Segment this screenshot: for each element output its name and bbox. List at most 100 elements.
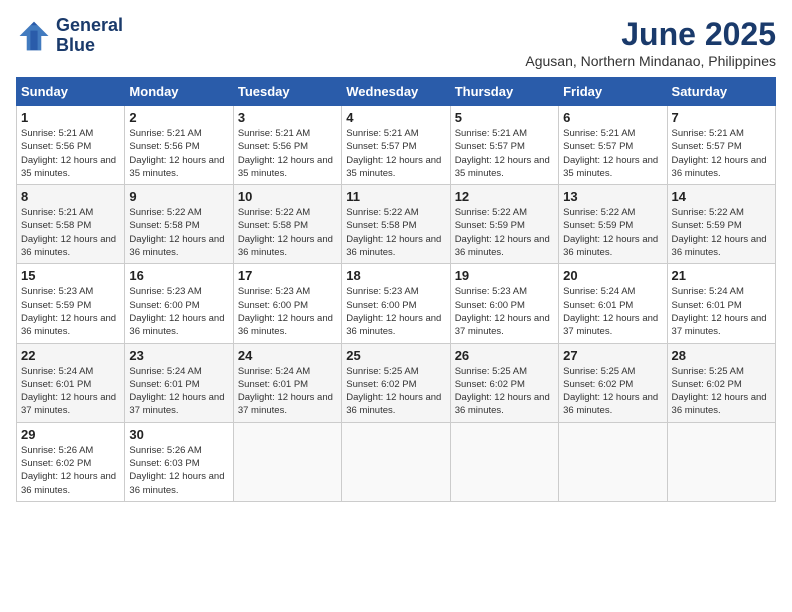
day-number: 23 (129, 348, 228, 363)
calendar-cell: 3 Sunrise: 5:21 AM Sunset: 5:56 PM Dayli… (233, 106, 341, 185)
day-info: Sunrise: 5:22 AM Sunset: 5:58 PM Dayligh… (238, 206, 337, 259)
calendar-cell (559, 422, 667, 501)
calendar-cell: 18 Sunrise: 5:23 AM Sunset: 6:00 PM Dayl… (342, 264, 450, 343)
day-number: 3 (238, 110, 337, 125)
calendar-cell: 11 Sunrise: 5:22 AM Sunset: 5:58 PM Dayl… (342, 185, 450, 264)
day-number: 14 (672, 189, 771, 204)
calendar-cell: 5 Sunrise: 5:21 AM Sunset: 5:57 PM Dayli… (450, 106, 558, 185)
calendar-cell: 7 Sunrise: 5:21 AM Sunset: 5:57 PM Dayli… (667, 106, 775, 185)
logo-text: General Blue (56, 16, 123, 56)
day-info: Sunrise: 5:22 AM Sunset: 5:59 PM Dayligh… (672, 206, 771, 259)
day-number: 2 (129, 110, 228, 125)
calendar-cell: 10 Sunrise: 5:22 AM Sunset: 5:58 PM Dayl… (233, 185, 341, 264)
calendar-cell: 28 Sunrise: 5:25 AM Sunset: 6:02 PM Dayl… (667, 343, 775, 422)
day-number: 13 (563, 189, 662, 204)
day-info: Sunrise: 5:21 AM Sunset: 5:58 PM Dayligh… (21, 206, 120, 259)
calendar-cell: 29 Sunrise: 5:26 AM Sunset: 6:02 PM Dayl… (17, 422, 125, 501)
day-info: Sunrise: 5:26 AM Sunset: 6:03 PM Dayligh… (129, 444, 228, 497)
day-number: 21 (672, 268, 771, 283)
calendar-week-5: 29 Sunrise: 5:26 AM Sunset: 6:02 PM Dayl… (17, 422, 776, 501)
day-number: 9 (129, 189, 228, 204)
calendar-cell: 13 Sunrise: 5:22 AM Sunset: 5:59 PM Dayl… (559, 185, 667, 264)
weekday-header-sunday: Sunday (17, 78, 125, 106)
day-info: Sunrise: 5:24 AM Sunset: 6:01 PM Dayligh… (238, 365, 337, 418)
calendar-cell: 8 Sunrise: 5:21 AM Sunset: 5:58 PM Dayli… (17, 185, 125, 264)
day-info: Sunrise: 5:25 AM Sunset: 6:02 PM Dayligh… (563, 365, 662, 418)
calendar-week-2: 8 Sunrise: 5:21 AM Sunset: 5:58 PM Dayli… (17, 185, 776, 264)
month-title: June 2025 (525, 16, 776, 53)
weekday-header-row: SundayMondayTuesdayWednesdayThursdayFrid… (17, 78, 776, 106)
day-info: Sunrise: 5:24 AM Sunset: 6:01 PM Dayligh… (21, 365, 120, 418)
calendar-cell: 21 Sunrise: 5:24 AM Sunset: 6:01 PM Dayl… (667, 264, 775, 343)
calendar-cell: 20 Sunrise: 5:24 AM Sunset: 6:01 PM Dayl… (559, 264, 667, 343)
calendar-cell: 6 Sunrise: 5:21 AM Sunset: 5:57 PM Dayli… (559, 106, 667, 185)
day-info: Sunrise: 5:21 AM Sunset: 5:57 PM Dayligh… (455, 127, 554, 180)
calendar-week-1: 1 Sunrise: 5:21 AM Sunset: 5:56 PM Dayli… (17, 106, 776, 185)
day-number: 5 (455, 110, 554, 125)
calendar-cell (342, 422, 450, 501)
calendar-cell: 14 Sunrise: 5:22 AM Sunset: 5:59 PM Dayl… (667, 185, 775, 264)
calendar-cell: 30 Sunrise: 5:26 AM Sunset: 6:03 PM Dayl… (125, 422, 233, 501)
page-header: General Blue June 2025 Agusan, Northern … (16, 16, 776, 69)
weekday-header-friday: Friday (559, 78, 667, 106)
day-number: 29 (21, 427, 120, 442)
day-info: Sunrise: 5:23 AM Sunset: 6:00 PM Dayligh… (455, 285, 554, 338)
calendar-cell (233, 422, 341, 501)
calendar-cell: 2 Sunrise: 5:21 AM Sunset: 5:56 PM Dayli… (125, 106, 233, 185)
logo-line2: Blue (56, 36, 123, 56)
day-info: Sunrise: 5:23 AM Sunset: 6:00 PM Dayligh… (346, 285, 445, 338)
weekday-header-thursday: Thursday (450, 78, 558, 106)
weekday-header-tuesday: Tuesday (233, 78, 341, 106)
calendar-cell: 9 Sunrise: 5:22 AM Sunset: 5:58 PM Dayli… (125, 185, 233, 264)
day-info: Sunrise: 5:21 AM Sunset: 5:57 PM Dayligh… (563, 127, 662, 180)
calendar-cell (450, 422, 558, 501)
day-number: 25 (346, 348, 445, 363)
title-area: June 2025 Agusan, Northern Mindanao, Phi… (525, 16, 776, 69)
calendar-cell: 27 Sunrise: 5:25 AM Sunset: 6:02 PM Dayl… (559, 343, 667, 422)
day-number: 20 (563, 268, 662, 283)
day-info: Sunrise: 5:23 AM Sunset: 5:59 PM Dayligh… (21, 285, 120, 338)
day-info: Sunrise: 5:21 AM Sunset: 5:56 PM Dayligh… (21, 127, 120, 180)
day-info: Sunrise: 5:23 AM Sunset: 6:00 PM Dayligh… (129, 285, 228, 338)
day-info: Sunrise: 5:22 AM Sunset: 5:58 PM Dayligh… (129, 206, 228, 259)
day-info: Sunrise: 5:24 AM Sunset: 6:01 PM Dayligh… (563, 285, 662, 338)
calendar-cell (667, 422, 775, 501)
day-number: 19 (455, 268, 554, 283)
calendar-week-3: 15 Sunrise: 5:23 AM Sunset: 5:59 PM Dayl… (17, 264, 776, 343)
day-number: 6 (563, 110, 662, 125)
logo-icon (16, 18, 52, 54)
calendar-cell: 4 Sunrise: 5:21 AM Sunset: 5:57 PM Dayli… (342, 106, 450, 185)
calendar-header: SundayMondayTuesdayWednesdayThursdayFrid… (17, 78, 776, 106)
day-number: 16 (129, 268, 228, 283)
location-title: Agusan, Northern Mindanao, Philippines (525, 53, 776, 69)
day-info: Sunrise: 5:26 AM Sunset: 6:02 PM Dayligh… (21, 444, 120, 497)
calendar-week-4: 22 Sunrise: 5:24 AM Sunset: 6:01 PM Dayl… (17, 343, 776, 422)
logo-line1: General (56, 16, 123, 36)
calendar-cell: 23 Sunrise: 5:24 AM Sunset: 6:01 PM Dayl… (125, 343, 233, 422)
day-number: 10 (238, 189, 337, 204)
calendar-cell: 22 Sunrise: 5:24 AM Sunset: 6:01 PM Dayl… (17, 343, 125, 422)
day-number: 27 (563, 348, 662, 363)
day-info: Sunrise: 5:25 AM Sunset: 6:02 PM Dayligh… (455, 365, 554, 418)
day-number: 15 (21, 268, 120, 283)
calendar-cell: 19 Sunrise: 5:23 AM Sunset: 6:00 PM Dayl… (450, 264, 558, 343)
calendar-cell: 24 Sunrise: 5:24 AM Sunset: 6:01 PM Dayl… (233, 343, 341, 422)
day-info: Sunrise: 5:21 AM Sunset: 5:57 PM Dayligh… (672, 127, 771, 180)
day-number: 7 (672, 110, 771, 125)
day-info: Sunrise: 5:24 AM Sunset: 6:01 PM Dayligh… (672, 285, 771, 338)
day-number: 30 (129, 427, 228, 442)
day-number: 1 (21, 110, 120, 125)
weekday-header-monday: Monday (125, 78, 233, 106)
day-number: 4 (346, 110, 445, 125)
day-number: 28 (672, 348, 771, 363)
weekday-header-wednesday: Wednesday (342, 78, 450, 106)
day-info: Sunrise: 5:21 AM Sunset: 5:57 PM Dayligh… (346, 127, 445, 180)
calendar-cell: 1 Sunrise: 5:21 AM Sunset: 5:56 PM Dayli… (17, 106, 125, 185)
calendar-cell: 25 Sunrise: 5:25 AM Sunset: 6:02 PM Dayl… (342, 343, 450, 422)
day-info: Sunrise: 5:22 AM Sunset: 5:59 PM Dayligh… (455, 206, 554, 259)
logo: General Blue (16, 16, 123, 56)
day-info: Sunrise: 5:22 AM Sunset: 5:59 PM Dayligh… (563, 206, 662, 259)
day-number: 18 (346, 268, 445, 283)
calendar-cell: 16 Sunrise: 5:23 AM Sunset: 6:00 PM Dayl… (125, 264, 233, 343)
day-number: 11 (346, 189, 445, 204)
